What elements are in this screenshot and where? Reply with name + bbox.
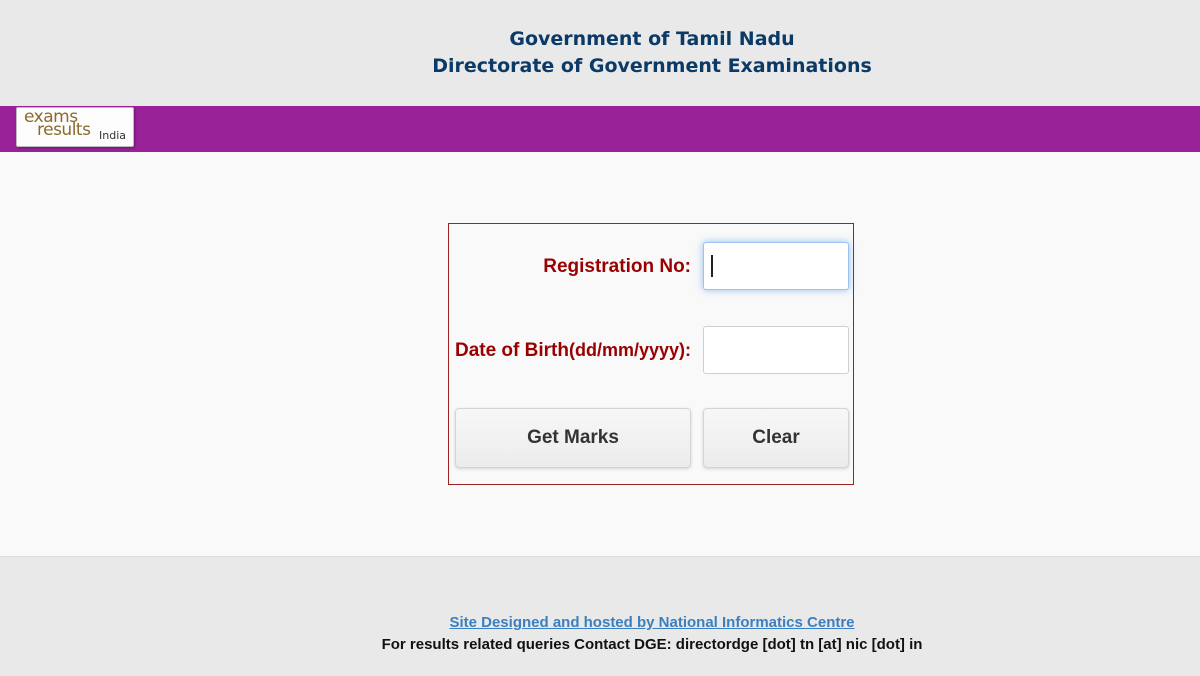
logo-word-results: results	[37, 120, 91, 140]
result-login-form: Registration No: Date of Birth(dd/mm/yyy…	[448, 223, 854, 485]
registration-number-label: Registration No:	[543, 256, 691, 278]
nic-credit-link[interactable]: Site Designed and hosted by National Inf…	[0, 614, 1200, 631]
exams-results-india-logo[interactable]: exams results India	[16, 107, 134, 147]
registration-number-input[interactable]	[703, 242, 849, 290]
logo-word-india: India	[99, 129, 126, 142]
page-header: Government of Tamil Nadu Directorate of …	[0, 0, 1200, 106]
purple-banner	[0, 106, 1200, 152]
date-of-birth-input[interactable]	[703, 326, 849, 374]
date-of-birth-label: Date of Birth(dd/mm/yyyy):	[455, 340, 691, 362]
text-caret	[711, 255, 713, 277]
dge-contact-text: For results related queries Contact DGE:…	[381, 636, 923, 653]
get-marks-button[interactable]: Get Marks	[455, 408, 691, 468]
header-line-1: Government of Tamil Nadu	[509, 28, 795, 50]
header-line-2: Directorate of Government Examinations	[432, 55, 872, 77]
registration-number-label-text: Registration No:	[543, 256, 691, 277]
date-of-birth-label-text: Date of Birth	[454, 340, 569, 361]
page-footer: Site Designed and hosted by National Inf…	[0, 556, 1200, 676]
clear-button[interactable]: Clear	[703, 408, 849, 468]
date-of-birth-format-hint: (dd/mm/yyyy):	[568, 340, 691, 360]
